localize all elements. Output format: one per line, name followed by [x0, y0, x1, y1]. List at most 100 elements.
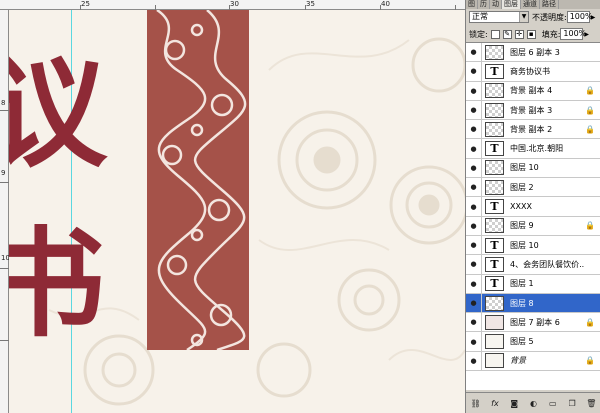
layer-row[interactable]: ● 图层 7 副本 6 🔒	[466, 313, 600, 333]
layer-thumbnail[interactable]	[485, 121, 504, 137]
layer-row[interactable]: ● 图层 8	[466, 293, 600, 314]
vertical-ruler[interactable]: 8 9 10	[0, 10, 10, 413]
layer-row[interactable]: ● 背景 副本 4 🔒	[466, 81, 600, 101]
layer-name[interactable]: 背景 副本 4	[510, 85, 585, 96]
layer-thumbnail[interactable]	[485, 179, 504, 195]
eye-icon[interactable]: ●	[466, 62, 482, 81]
document-canvas[interactable]: 议 书	[9, 10, 465, 413]
eye-icon[interactable]: ●	[466, 43, 482, 62]
layer-name[interactable]: 图层 8	[510, 298, 585, 309]
eye-icon[interactable]: ●	[466, 178, 482, 197]
layer-row[interactable]: ● T 图层 10	[466, 235, 600, 256]
text-layer-thumbnail[interactable]: T	[485, 141, 504, 157]
fill-input[interactable]: 100%	[560, 28, 586, 40]
layer-row[interactable]: ● T 4、会务团队餐饮价...	[466, 255, 600, 275]
layer-row[interactable]: ● T XXXX	[466, 197, 600, 217]
text-layer-thumbnail[interactable]: T	[485, 276, 504, 292]
eye-icon[interactable]: ●	[466, 197, 482, 216]
eye-icon[interactable]: ●	[466, 274, 482, 293]
canvas-area[interactable]: 25 30 35 40 8 9 10 议 书	[0, 0, 465, 413]
layer-thumbnail[interactable]	[485, 44, 504, 60]
triangle-right-icon[interactable]: ▶	[584, 31, 589, 38]
layer-thumbnail[interactable]	[485, 160, 504, 176]
chevron-down-icon[interactable]: ▼	[519, 12, 528, 22]
layer-row[interactable]: ● 图层 10	[466, 158, 600, 179]
lock-icon: 🔒	[585, 221, 595, 231]
eye-icon[interactable]: ●	[466, 100, 482, 120]
text-layer-thumbnail[interactable]: T	[485, 256, 504, 272]
eye-icon[interactable]: ●	[466, 216, 482, 235]
panel-tab[interactable]: 历	[478, 0, 490, 9]
panel-tab[interactable]: 图	[466, 0, 478, 9]
link-layers-icon[interactable]: ⛓	[469, 399, 482, 408]
lock-move-icon[interactable]: ✛	[514, 29, 524, 39]
text-layer-thumbnail[interactable]: T	[485, 237, 504, 253]
eye-icon[interactable]: ●	[466, 351, 482, 371]
adjustment-layer-icon[interactable]: ◐	[527, 399, 540, 408]
layer-row[interactable]: ● T 图层 1	[466, 274, 600, 294]
layer-row[interactable]: ● 图层 2	[466, 178, 600, 198]
new-group-icon[interactable]: ▭	[546, 399, 559, 408]
layer-name[interactable]: 图层 6 副本 3	[510, 47, 585, 58]
layer-thumbnail[interactable]	[485, 334, 504, 350]
layer-thumbnail[interactable]	[485, 353, 504, 369]
layer-row[interactable]: ● 背景 🔒	[466, 351, 600, 372]
eye-icon[interactable]: ●	[466, 332, 482, 351]
layer-row[interactable]: ● 背景 副本 2 🔒	[466, 120, 600, 140]
eye-icon[interactable]: ●	[466, 81, 482, 100]
layer-name[interactable]: 图层 5	[510, 336, 585, 347]
lock-paint-icon[interactable]: ✎	[502, 29, 512, 39]
eye-icon[interactable]: ●	[466, 235, 482, 255]
layer-name[interactable]: 图层 9	[510, 220, 585, 231]
tab-layers[interactable]: 图层	[502, 0, 521, 9]
opacity-input[interactable]: 100%	[566, 11, 593, 23]
layer-row[interactable]: ● T 商务协议书	[466, 62, 600, 82]
layer-name[interactable]: 背景 副本 2	[510, 124, 585, 135]
eye-icon[interactable]: ●	[466, 255, 482, 274]
lock-all-icon[interactable]: ▪	[526, 29, 536, 39]
layer-name[interactable]: 图层 10	[510, 162, 585, 173]
layer-name[interactable]: 背景	[510, 355, 585, 366]
tab-paths[interactable]: 路径	[540, 0, 559, 9]
layer-name[interactable]: 4、会务团队餐饮价...	[510, 259, 585, 270]
layer-name[interactable]: 图层 10	[510, 240, 585, 251]
eye-icon[interactable]: ●	[466, 120, 482, 139]
layer-mask-icon[interactable]: ◙	[508, 399, 521, 408]
new-layer-icon[interactable]: ❐	[566, 399, 579, 408]
layer-name[interactable]: 图层 2	[510, 182, 585, 193]
eye-icon[interactable]: ●	[466, 139, 482, 158]
layer-row[interactable]: ● 图层 6 副本 3	[466, 43, 600, 63]
layer-name[interactable]: 商务协议书	[510, 66, 585, 77]
layers-panel: 图 历 动 图层 通道 路径 正常 ▼ 不透明度: 100% ▶ 锁定: ✎ ✛…	[465, 0, 600, 413]
lock-transparency-icon[interactable]	[490, 29, 500, 39]
layer-thumbnail[interactable]	[485, 295, 504, 311]
layer-row[interactable]: ● 图层 5	[466, 332, 600, 352]
trash-icon[interactable]: 🗑	[585, 399, 598, 408]
layer-name[interactable]: 图层 7 副本 6	[510, 317, 585, 328]
eye-icon[interactable]: ●	[466, 313, 482, 332]
layer-thumbnail[interactable]	[485, 218, 504, 234]
layers-list: ● 图层 6 副本 3 ● T 商务协议书 ● 背景 副本 4 🔒 ● 背景 副本 3 🔒 ● 背景 副…	[466, 42, 600, 390]
horizontal-ruler[interactable]: 25 30 35 40	[0, 0, 465, 10]
layer-row[interactable]: ● 背景 副本 3 🔒	[466, 100, 600, 121]
blend-mode-select[interactable]: 正常 ▼	[469, 11, 529, 23]
triangle-right-icon[interactable]: ▶	[591, 14, 596, 21]
panel-tab[interactable]: 动	[490, 0, 502, 9]
layer-thumbnail[interactable]	[485, 314, 504, 330]
layer-row[interactable]: ● 图层 9 🔒	[466, 216, 600, 236]
eye-icon[interactable]: ●	[466, 158, 482, 178]
layer-name[interactable]: 图层 1	[510, 278, 585, 289]
fill-label: 填充:	[541, 29, 561, 39]
layer-style-icon[interactable]: fx	[488, 399, 501, 408]
layer-thumbnail[interactable]	[485, 83, 504, 99]
layer-name[interactable]: XXXX	[510, 202, 585, 211]
layer-name[interactable]: 背景 副本 3	[510, 105, 585, 116]
layer-row[interactable]: ● T 中国.北京.朝阳	[466, 139, 600, 159]
lock-icon: 🔒	[585, 317, 595, 327]
layer-thumbnail[interactable]	[485, 102, 504, 118]
tab-channels[interactable]: 通道	[521, 0, 540, 9]
eye-icon[interactable]: ●	[466, 293, 482, 313]
text-layer-thumbnail[interactable]: T	[485, 63, 504, 79]
text-layer-thumbnail[interactable]: T	[485, 199, 504, 215]
layer-name[interactable]: 中国.北京.朝阳	[510, 143, 585, 154]
